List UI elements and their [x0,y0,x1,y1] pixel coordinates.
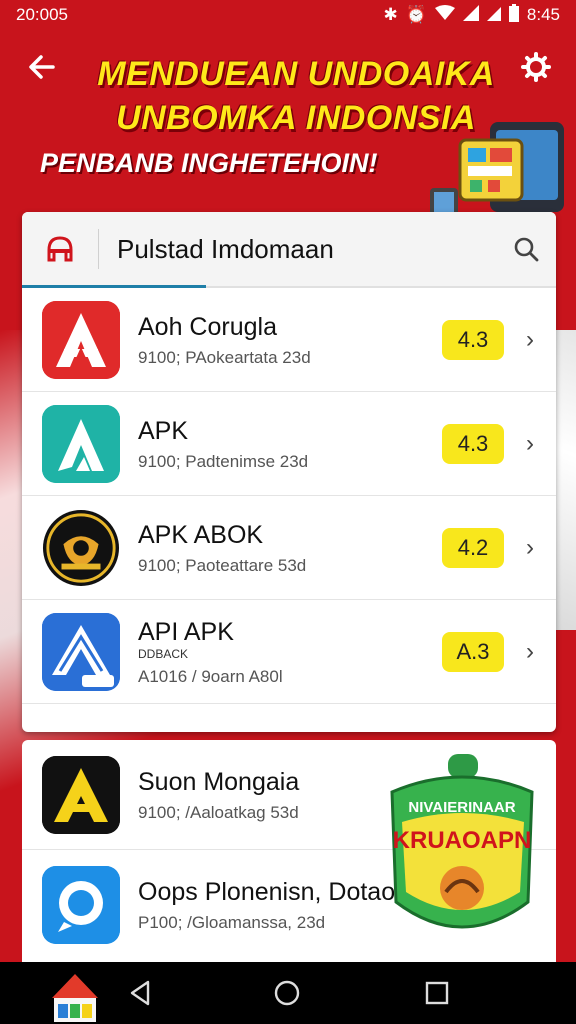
rating-badge: 4.3 [442,423,504,464]
gear-icon [521,52,551,82]
app-name: APK ABOK [138,520,264,549]
back-button[interactable] [24,52,60,88]
chevron-right-icon[interactable]: › [516,534,544,562]
app-meta: 9100; Paoteattare 53d [138,555,307,575]
chevron-right-icon[interactable]: › [516,326,544,354]
chevron-right-icon[interactable]: › [516,638,544,666]
signal-icon-2 [486,5,501,26]
rating-badge: 4.2 [442,527,504,568]
status-bar: 20:005 ✱ ⏰ 8:45 [0,0,576,30]
arrow-left-icon [29,55,55,79]
search-icon [514,237,539,262]
app-meta: A1016 / 9oarn A80l [138,666,283,686]
status-time: 20:005 [16,5,68,24]
app-info: Aoh Corugla 9100; PAokeartata 23d [138,312,442,368]
app-info: API APK DDBACK A1016 / 9oarn A80l [138,617,442,687]
chat-bubble-icon [42,866,120,944]
app-meta: 9100; PAokeartata 23d [138,347,311,367]
app-icon-blue [42,612,120,691]
promo-sticker[interactable]: NIVAIERINAAR KRUAOAPN [382,752,542,942]
search-input[interactable]: Pulstad Imdomaan [117,234,496,265]
app-icon-teal [42,404,120,483]
list-item[interactable]: Aoh Corugla 9100; PAokeartata 23d 4.3 › [22,288,556,392]
search-button[interactable] [496,236,556,262]
app-name: APK [138,416,189,445]
letter-a-icon [42,300,120,379]
banner-subtitle: PENBANB INGHETEHOIN! [40,148,378,178]
app-icon-chat [42,866,120,944]
app-name: API APK [138,617,234,646]
bluetooth-icon: ✱ [383,5,398,24]
search-bar[interactable]: Pulstad Imdomaan [22,212,556,288]
rating-badge: 4.3 [442,319,504,360]
letter-a-icon [42,612,120,691]
app-icon-dark [42,755,120,834]
chevron-right-icon[interactable]: › [516,430,544,458]
signal-icon [462,4,479,26]
banner-title-line1: MENDUEAN UNDOAIKA [97,55,495,93]
status-icons: ✱ ⏰ 8:45 [383,3,560,27]
list-item[interactable]: APK 9100; Padtenimse 23d 4.3 › [22,392,556,496]
recents-square-icon[interactable] [422,978,452,1008]
app-icon-badge [42,509,120,587]
alarm-icon: ⏰ [405,5,427,24]
app-developer: DDBACK [138,646,189,661]
list-item[interactable]: APK ABOK 9100; Paoteattare 53d 4.2 › [22,496,556,600]
promo-line1: NIVAIERINAAR [408,799,515,816]
promo-line2: KRUAOAPN [393,827,532,854]
status-time-right: 8:45 [526,5,560,24]
list-item[interactable]: API APK DDBACK A1016 / 9oarn A80l A.3 › [22,600,556,704]
store-icon[interactable] [22,236,98,262]
settings-button[interactable] [518,52,554,88]
app-icon-red [42,300,120,379]
home-circle-icon[interactable] [272,978,302,1008]
rating-badge: A.3 [442,631,504,672]
devices-illustration [430,122,564,218]
back-triangle-icon[interactable] [126,978,156,1008]
garuda-emblem-icon [42,509,120,586]
letter-a-icon [42,755,120,834]
app-meta: 9100; Padtenimse 23d [138,451,309,471]
app-info: APK ABOK 9100; Paoteattare 53d [138,520,442,576]
app-logo-icon[interactable] [48,968,102,1024]
app-info: APK 9100; Padtenimse 23d [138,416,442,472]
shop-icon [47,236,73,262]
search-divider [98,229,99,269]
app-name: Aoh Corugla [138,312,277,341]
header-banner: MENDUEAN UNDOAIKA UNBOMKA INDONSIA PENBA… [0,30,576,218]
letter-a-icon [42,404,120,483]
wifi-icon [434,4,455,26]
app-list-card: Pulstad Imdomaan Aoh Corugla 9100; PAoke… [22,212,556,732]
navigation-bar [0,962,576,1024]
battery-icon [508,3,519,27]
